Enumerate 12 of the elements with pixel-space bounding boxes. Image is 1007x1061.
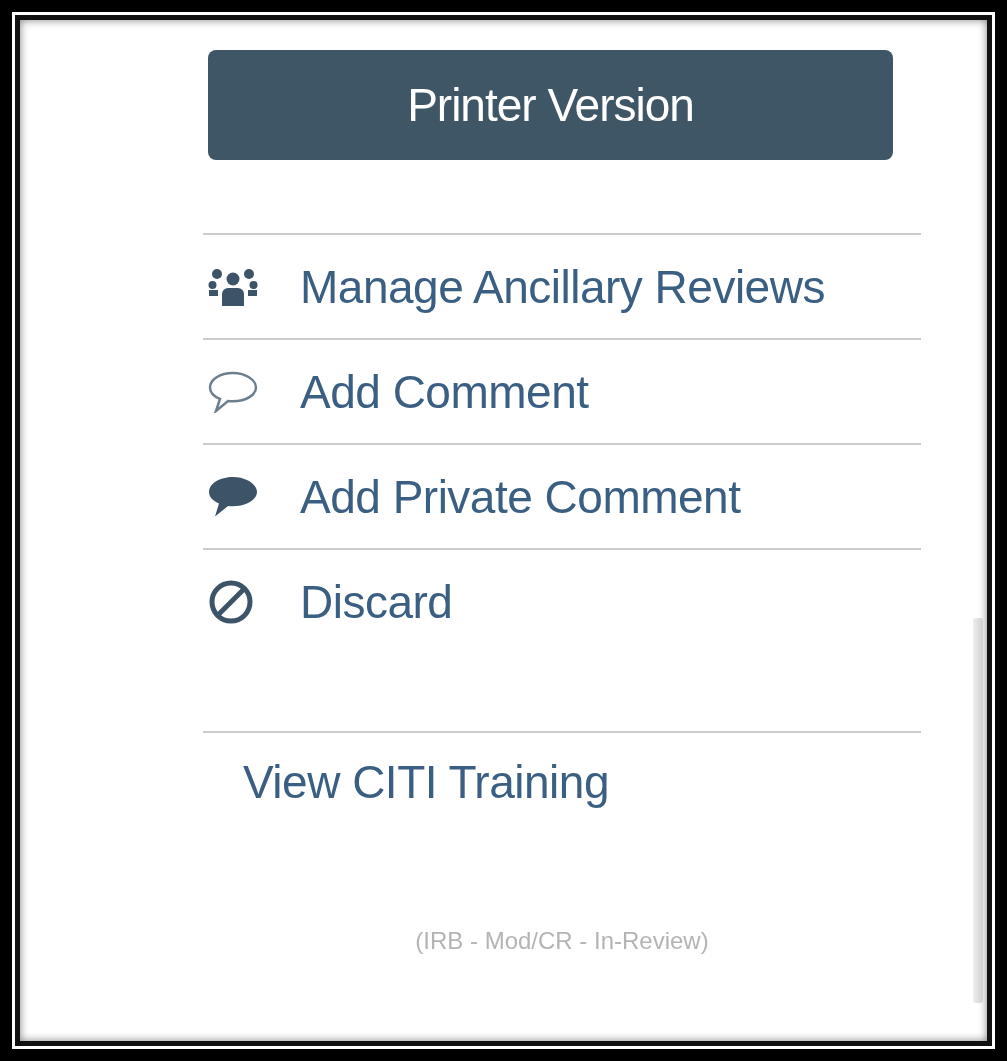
- action-link[interactable]: Add Comment: [300, 364, 589, 419]
- citi-training-link[interactable]: View CITI Training: [243, 755, 609, 809]
- printer-version-button[interactable]: Printer Version: [208, 50, 893, 160]
- people-icon: [208, 267, 258, 306]
- filled-speech-bubble-icon: [208, 475, 258, 518]
- prohibited-icon: [208, 578, 254, 625]
- action-link[interactable]: Discard: [300, 574, 453, 629]
- speech-bubble-icon: [208, 370, 258, 413]
- action-link[interactable]: Manage Ancillary Reviews: [300, 259, 825, 314]
- status-text: (IRB - Mod/CR - In-Review): [415, 927, 709, 955]
- action-link[interactable]: Add Private Comment: [300, 469, 741, 524]
- scrollbar[interactable]: [973, 618, 983, 1003]
